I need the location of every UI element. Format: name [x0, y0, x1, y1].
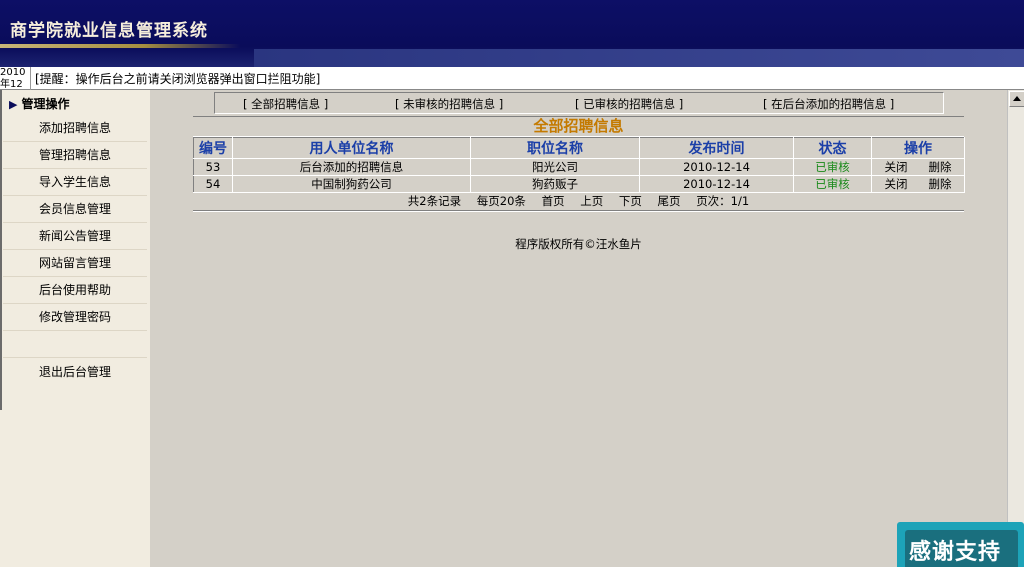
cell-position: 狗药贩子: [470, 175, 640, 193]
header-stripe: [0, 44, 240, 48]
delete-button[interactable]: 删除: [918, 177, 962, 192]
pager-total: 共2条记录: [407, 194, 462, 208]
thanks-badge[interactable]: 感谢支持: [897, 522, 1024, 567]
filter-backend-added[interactable]: [ 在后台添加的招聘信息 ]: [763, 96, 894, 112]
cell-id: 54: [193, 175, 233, 193]
sidebar-title-label: 管理操作: [21, 97, 70, 111]
pager-last[interactable]: 尾页: [658, 194, 681, 208]
close-button[interactable]: 关闭: [874, 160, 918, 175]
job-panel: 全部招聘信息 编号 用人单位名称 职位名称 发布时间 状态 操作 53 后台添加…: [193, 116, 965, 209]
cell-company: 后台添加的招聘信息: [232, 158, 471, 176]
table-row: 54 中国制狗药公司 狗药贩子 2010-12-14 已审核 关闭 删除: [193, 175, 965, 193]
col-header-status: 状态: [793, 137, 872, 159]
sidebar-item-blank: [3, 331, 147, 358]
cell-company: 中国制狗药公司: [232, 175, 471, 193]
sidebar-item-manage-jobs[interactable]: 管理招聘信息: [3, 142, 147, 169]
sidebar-item-logout[interactable]: 退出后台管理: [3, 359, 147, 385]
delete-button[interactable]: 删除: [918, 160, 962, 175]
cell-actions: 关闭 删除: [871, 175, 965, 193]
date-display: 2010年12: [0, 67, 31, 91]
cell-date: 2010-12-14: [639, 158, 794, 176]
filter-unreviewed[interactable]: [ 未审核的招聘信息 ]: [395, 96, 503, 112]
panel-title: 全部招聘信息: [193, 116, 964, 137]
pager-page: 页次：1/1: [696, 194, 750, 208]
cell-status[interactable]: 已审核: [793, 158, 872, 176]
copyright: 程序版权所有©汪水鱼片: [515, 237, 642, 251]
sidebar-item-change-password[interactable]: 修改管理密码: [3, 304, 147, 331]
divider: [193, 210, 964, 212]
bullet-icon: ▶: [9, 98, 18, 111]
pager-next[interactable]: 下页: [619, 194, 642, 208]
filter-bar: [ 全部招聘信息 ] [ 未审核的招聘信息 ] [ 已审核的招聘信息 ] [ 在…: [214, 92, 944, 114]
cell-position: 阳光公司: [470, 158, 640, 176]
notice-text: [提醒：操作后台之前请关闭浏览器弹出窗口拦阻功能]: [35, 72, 321, 86]
scroll-up-button[interactable]: [1009, 91, 1024, 107]
sidebar-item-messages[interactable]: 网站留言管理: [3, 250, 147, 277]
pagination: 共2条记录 每页20条 首页 上页 下页 尾页 页次：1/1: [193, 193, 964, 209]
arrow-up-icon: [1013, 96, 1021, 101]
col-header-id: 编号: [193, 137, 233, 159]
cell-date: 2010-12-14: [639, 175, 794, 193]
pager-per-page: 每页20条: [476, 194, 526, 208]
scrollbar[interactable]: [1007, 90, 1024, 567]
filter-all[interactable]: [ 全部招聘信息 ]: [243, 96, 328, 112]
pager-first[interactable]: 首页: [542, 194, 565, 208]
sidebar-rail: [0, 90, 2, 410]
cell-actions: 关闭 删除: [871, 158, 965, 176]
app-header: 商学院就业信息管理系统: [0, 0, 1024, 67]
sidebar-item-news[interactable]: 新闻公告管理: [3, 223, 147, 250]
col-header-company: 用人单位名称: [232, 137, 471, 159]
table-header-row: 编号 用人单位名称 职位名称 发布时间 状态 操作: [193, 137, 965, 159]
sidebar: ▶ 管理操作 添加招聘信息 管理招聘信息 导入学生信息 会员信息管理 新闻公告管理…: [0, 90, 150, 567]
thanks-badge-inner: 感谢支持: [905, 530, 1018, 567]
pager-prev[interactable]: 上页: [580, 194, 603, 208]
sidebar-item-help[interactable]: 后台使用帮助: [3, 277, 147, 304]
col-header-position: 职位名称: [470, 137, 640, 159]
col-header-date: 发布时间: [639, 137, 794, 159]
cell-status[interactable]: 已审核: [793, 175, 872, 193]
job-table: 编号 用人单位名称 职位名称 发布时间 状态 操作 53 后台添加的招聘信息 阳…: [193, 137, 965, 193]
sidebar-item-members[interactable]: 会员信息管理: [3, 196, 147, 223]
app-title: 商学院就业信息管理系统: [10, 21, 208, 41]
header-band: [254, 49, 1024, 67]
notice-bar: 2010年12 [提醒：操作后台之前请关闭浏览器弹出窗口拦阻功能]: [0, 67, 1024, 91]
thanks-badge-text: 感谢支持: [909, 540, 1002, 565]
main-content: [ 全部招聘信息 ] [ 未审核的招聘信息 ] [ 已审核的招聘信息 ] [ 在…: [150, 90, 1007, 567]
sidebar-title: ▶ 管理操作: [9, 95, 69, 112]
table-row: 53 后台添加的招聘信息 阳光公司 2010-12-14 已审核 关闭 删除: [193, 158, 965, 176]
col-header-actions: 操作: [871, 137, 965, 159]
filter-reviewed[interactable]: [ 已审核的招聘信息 ]: [575, 96, 683, 112]
sidebar-item-add-job[interactable]: 添加招聘信息: [3, 115, 147, 142]
cell-id: 53: [193, 158, 233, 176]
sidebar-item-import-students[interactable]: 导入学生信息: [3, 169, 147, 196]
close-button[interactable]: 关闭: [874, 177, 918, 192]
